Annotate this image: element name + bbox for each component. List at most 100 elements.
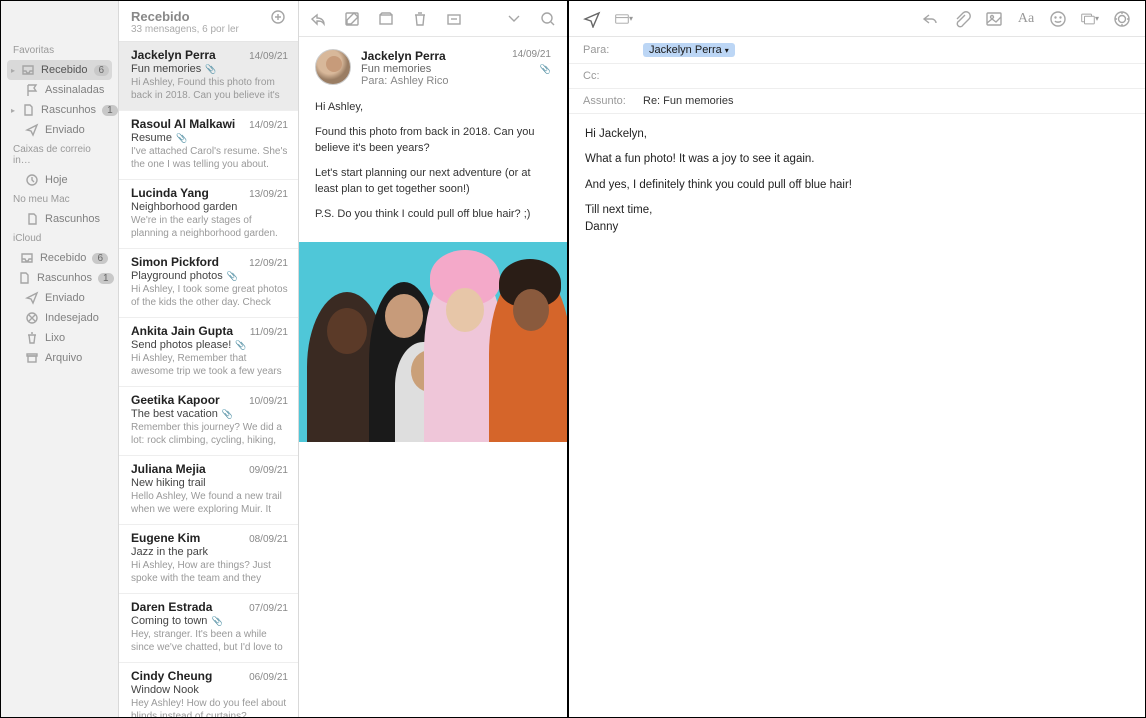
date: 08/09/21: [249, 534, 288, 545]
reply-icon[interactable]: [309, 10, 327, 28]
sender: Ankita Jain Gupta: [131, 324, 233, 338]
doc-icon: [21, 103, 35, 117]
sidebar-item-label: Rascunhos: [45, 213, 100, 225]
recipient-token[interactable]: Jackelyn Perra ▾: [643, 43, 735, 57]
preview-toolbar: [299, 1, 567, 37]
junk-icon[interactable]: [445, 10, 463, 28]
date: 11/09/21: [250, 327, 288, 338]
sidebar-item[interactable]: Hoje: [1, 170, 118, 190]
message-list-item[interactable]: Daren Estrada07/09/21Coming to town📎Hey,…: [119, 594, 298, 663]
filter-icon[interactable]: [270, 9, 286, 28]
trash-icon: [25, 331, 39, 345]
badge: 1: [102, 105, 118, 116]
message-list-item[interactable]: Geetika Kapoor10/09/21The best vacation📎…: [119, 387, 298, 456]
compose-body[interactable]: Hi Jackelyn, What a fun photo! It was a …: [569, 114, 1145, 256]
sidebar-item[interactable]: Rascunhos1: [1, 268, 118, 288]
message-list-item[interactable]: Lucinda Yang13/09/21Neighborhood gardenW…: [119, 180, 298, 249]
preview-text: Hi Ashley, I took some great photos of t…: [131, 283, 288, 309]
preview-text: Hi Ashley, Found this photo from back in…: [131, 76, 288, 102]
search-icon[interactable]: [539, 10, 557, 28]
header-fields-icon[interactable]: ▾: [615, 10, 633, 28]
reply-arrow-icon[interactable]: [921, 10, 939, 28]
to-field[interactable]: Para: Jackelyn Perra ▾: [569, 37, 1145, 64]
sidebar-item[interactable]: ▸Rascunhos1: [1, 100, 118, 120]
message-list-item[interactable]: Ankita Jain Gupta 11/09/21 Send photos ple…: [119, 318, 298, 387]
archive-icon: [25, 351, 39, 365]
cc-input[interactable]: [643, 70, 1131, 82]
subject: Resume: [131, 132, 172, 144]
sidebar-item-label: Rascunhos: [37, 272, 92, 284]
media-browser-icon[interactable]: ▾: [1081, 10, 1099, 28]
subject: Coming to town: [131, 615, 207, 627]
preview-text: Hey Ashley! How do you feel about blinds…: [131, 697, 288, 717]
subject-field[interactable]: Assunto:: [569, 89, 1145, 114]
subject: Send photos please!: [131, 339, 231, 351]
markup-icon[interactable]: [1113, 10, 1131, 28]
message-list-item[interactable]: Rasoul Al Malkawi14/09/21Resume📎I've att…: [119, 111, 298, 180]
message-list-item[interactable]: Simon Pickford12/09/21Playground photos📎…: [119, 249, 298, 318]
message-list-item[interactable]: Eugene Kim08/09/21Jazz in the parkHi Ash…: [119, 525, 298, 594]
sidebar-item-label: Assinaladas: [45, 84, 104, 96]
message-list-items[interactable]: Jackelyn Perra14/09/21Fun memories📎Hi As…: [119, 42, 298, 717]
message-attachment-image[interactable]: [299, 242, 567, 442]
message-list-item[interactable]: Juliana Mejia09/09/21New hiking trailHel…: [119, 456, 298, 525]
subject-input[interactable]: [643, 95, 1131, 107]
message-list-item[interactable]: Cindy Cheung06/09/21Window NookHey Ashle…: [119, 663, 298, 717]
subject: Fun memories: [131, 63, 201, 75]
sidebar-group-title: iCloud: [1, 229, 118, 248]
sidebar-item[interactable]: Recebido6: [1, 248, 118, 268]
cc-field[interactable]: Cc:: [569, 64, 1145, 89]
message-paragraph: P.S. Do you think I could pull off blue …: [315, 206, 551, 223]
attachment-icon: 📎: [205, 64, 216, 75]
sender: Rasoul Al Malkawi: [131, 117, 235, 131]
date: 09/09/21: [249, 465, 288, 476]
subject: The best vacation: [131, 408, 218, 420]
send-icon[interactable]: [583, 10, 601, 28]
attach-icon[interactable]: [953, 10, 971, 28]
photo-icon[interactable]: [985, 10, 1003, 28]
sidebar-item[interactable]: Lixo: [1, 328, 118, 348]
more-icon[interactable]: [505, 10, 523, 28]
chevron-right-icon[interactable]: ▸: [11, 66, 15, 75]
sidebar-item[interactable]: Indesejado: [1, 308, 118, 328]
inbox-icon: [21, 63, 35, 77]
sender: Juliana Mejia: [131, 462, 206, 476]
compose-line: What a fun photo! It was a joy to see it…: [585, 151, 1129, 168]
to-label: Para:: [583, 44, 635, 56]
compose-icon[interactable]: [343, 10, 361, 28]
emoji-icon[interactable]: [1049, 10, 1067, 28]
sidebar-item[interactable]: ▸Recebido6: [7, 60, 112, 80]
sender: Lucinda Yang: [131, 186, 209, 200]
doc-icon: [25, 212, 39, 226]
sender: Simon Pickford: [131, 255, 219, 269]
sender: Cindy Cheung: [131, 669, 212, 683]
subject: Playground photos: [131, 270, 223, 282]
format-icon[interactable]: Aa: [1017, 10, 1035, 28]
sidebar-item-label: Arquivo: [45, 352, 82, 364]
sidebar-item-label: Recebido: [41, 64, 87, 76]
sidebar-item-label: Recebido: [40, 252, 86, 264]
sidebar-item[interactable]: Assinaladas: [1, 80, 118, 100]
sidebar-item[interactable]: Rascunhos: [1, 209, 118, 229]
junk-icon: [25, 311, 39, 325]
archive-icon[interactable]: [377, 10, 395, 28]
trash-icon[interactable]: [411, 10, 429, 28]
sidebar-group-title: Favoritas: [1, 41, 118, 60]
compose-line: Danny: [585, 219, 1129, 236]
sender: Geetika Kapoor: [131, 393, 220, 407]
message-header: Jackelyn Perra Fun memories Para: Ashley…: [299, 37, 567, 95]
sidebar-item[interactable]: Enviado: [1, 288, 118, 308]
date: 14/09/21: [249, 120, 288, 131]
sidebar-item-label: Hoje: [45, 174, 68, 186]
message-list-item[interactable]: Jackelyn Perra14/09/21Fun memories📎Hi As…: [119, 42, 298, 111]
message-body: Hi Ashley, Found this photo from back in…: [299, 95, 567, 242]
sidebar-item[interactable]: Enviado: [1, 120, 118, 140]
message-greeting: Hi Ashley,: [315, 99, 551, 116]
compose-toolbar: ▾ Aa ▾: [569, 1, 1145, 37]
sidebar-item-label: Lixo: [45, 332, 65, 344]
date: 12/09/21: [249, 258, 288, 269]
sidebar-item[interactable]: Arquivo: [1, 348, 118, 368]
chevron-right-icon[interactable]: ▸: [11, 106, 15, 115]
sidebar: Favoritas▸Recebido6Assinaladas▸Rascunhos…: [1, 1, 119, 717]
chevron-down-icon[interactable]: ▾: [725, 46, 729, 55]
